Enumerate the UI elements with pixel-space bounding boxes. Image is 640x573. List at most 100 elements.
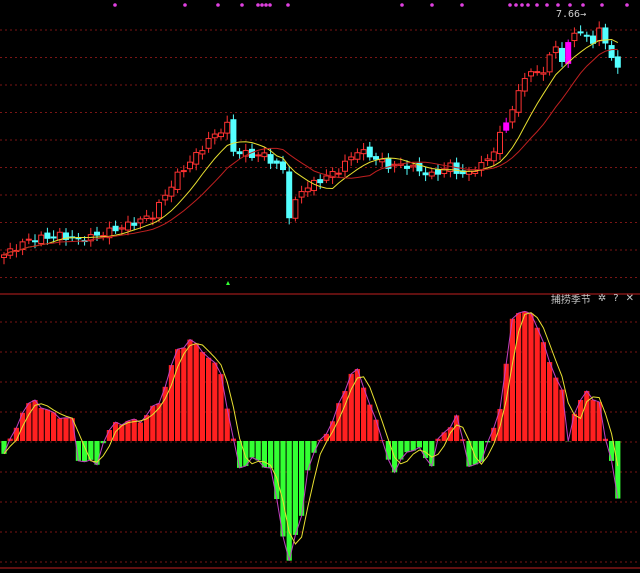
candle: [118, 227, 125, 230]
signal-dot: [430, 3, 434, 7]
histogram-bar: [38, 408, 44, 441]
candle: [174, 171, 181, 190]
histogram-bar: [137, 422, 143, 441]
signal-dot: [460, 3, 464, 7]
candle: [1, 254, 7, 258]
candle: [552, 46, 559, 54]
histogram-bar: [348, 373, 354, 441]
candle: [156, 201, 162, 219]
histogram-bar: [51, 412, 57, 441]
candle: [224, 121, 231, 134]
histogram-bar: [553, 377, 559, 441]
candle: [360, 149, 367, 155]
histogram-bar: [342, 391, 348, 441]
histogram-bar: [212, 362, 218, 441]
candle: [348, 156, 355, 161]
candle: [180, 170, 187, 173]
candle: [44, 232, 51, 239]
candle: [273, 160, 280, 164]
candle: [335, 172, 342, 175]
candle: [373, 156, 379, 160]
candle: [218, 132, 224, 138]
candle: [187, 161, 193, 170]
histogram-bar: [261, 441, 267, 468]
signal-dot: [216, 3, 220, 7]
candle: [404, 165, 410, 169]
histogram-bar: [429, 441, 435, 467]
candle: [602, 27, 609, 44]
candle: [131, 222, 138, 226]
candle: [298, 191, 305, 198]
candle: [503, 122, 510, 131]
histogram-bar: [534, 327, 540, 441]
candle: [484, 158, 491, 162]
candle: [211, 133, 218, 139]
candle: [546, 54, 553, 73]
signal-dot: [545, 3, 549, 7]
histogram-bar: [509, 318, 515, 441]
signal-dot: [581, 3, 585, 7]
highest-price-label: 7.66→: [556, 9, 587, 20]
candle: [311, 179, 317, 192]
candle: [614, 56, 621, 68]
signal-dot: [183, 3, 187, 7]
signal-dot: [625, 3, 629, 7]
histogram-bar: [292, 441, 298, 535]
green-arrow-icon: [226, 281, 230, 285]
histogram-bar: [478, 441, 484, 462]
histogram-bar: [522, 311, 528, 441]
candle: [435, 169, 441, 175]
candle: [608, 45, 615, 58]
candle: [528, 71, 534, 77]
histogram-bar: [199, 352, 205, 441]
candle: [292, 199, 299, 219]
histogram-bar: [44, 409, 50, 441]
histogram-bar: [206, 357, 212, 441]
signal-dot: [256, 3, 260, 7]
chart-canvas: [0, 3, 640, 569]
histogram-bar: [559, 389, 565, 441]
histogram-bar: [540, 342, 546, 441]
histogram-bar: [94, 441, 100, 465]
candle: [236, 151, 243, 155]
candle: [125, 221, 131, 231]
signal-dot: [113, 3, 117, 7]
histogram-bar: [255, 441, 261, 461]
candle: [199, 150, 206, 155]
histogram-bar: [187, 339, 193, 441]
signal-dot: [526, 3, 530, 7]
candle: [162, 194, 169, 201]
candle: [521, 78, 528, 92]
candle: [515, 90, 522, 113]
histogram-bar: [416, 441, 422, 448]
candle: [137, 218, 144, 224]
signal-dot: [260, 3, 264, 7]
candle: [205, 138, 212, 149]
indicator-toolbar: 捕捞季节 ✲ ? ✕: [551, 291, 634, 306]
histogram-bar: [181, 347, 187, 441]
candle: [571, 32, 578, 42]
candle: [509, 109, 516, 123]
candle: [168, 186, 175, 197]
candle: [540, 72, 547, 75]
histogram-bar: [280, 441, 286, 537]
help-button[interactable]: ?: [613, 293, 618, 304]
signal-dot: [268, 3, 272, 7]
close-button[interactable]: ✕: [626, 293, 634, 304]
histogram-bar: [361, 387, 367, 441]
signal-dot: [508, 3, 512, 7]
candle: [559, 47, 565, 62]
signal-dot: [600, 3, 604, 7]
candle: [379, 158, 386, 163]
signal-dot: [556, 3, 560, 7]
candle: [596, 27, 603, 42]
histogram-bar: [578, 399, 584, 441]
gear-icon[interactable]: ✲: [598, 293, 606, 304]
candle: [366, 146, 373, 158]
indicator-name[interactable]: 捕捞季节: [551, 291, 591, 306]
histogram-bar: [404, 441, 410, 453]
candle: [280, 161, 286, 171]
histogram-bar: [224, 408, 230, 441]
candle: [472, 171, 479, 174]
histogram-bar: [311, 441, 317, 453]
